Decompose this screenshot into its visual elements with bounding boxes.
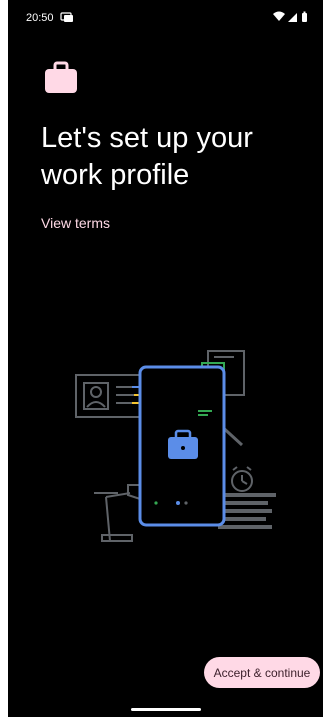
page-title: Let's set up your work profile: [41, 122, 253, 191]
status-icons: [273, 11, 307, 22]
messages-icon: [60, 12, 73, 22]
accept-continue-button[interactable]: Accept & continue: [204, 657, 320, 688]
gesture-nav-handle[interactable]: [131, 708, 201, 711]
status-time: 20:50: [26, 12, 54, 24]
status-bar: 20:50: [8, 0, 323, 34]
phone-graphic: [138, 365, 226, 527]
wifi-icon: [273, 11, 285, 21]
view-terms-link[interactable]: View terms: [41, 215, 110, 231]
briefcase-icon: [45, 61, 77, 93]
clock-graphic: [231, 466, 253, 492]
work-profile-illustration: [75, 350, 276, 542]
cellular-signal-icon: [288, 13, 297, 22]
battery-icon: [302, 11, 307, 22]
work-profile-setup-screen: 20:50 Let's set up your work profile Vie…: [8, 0, 323, 717]
